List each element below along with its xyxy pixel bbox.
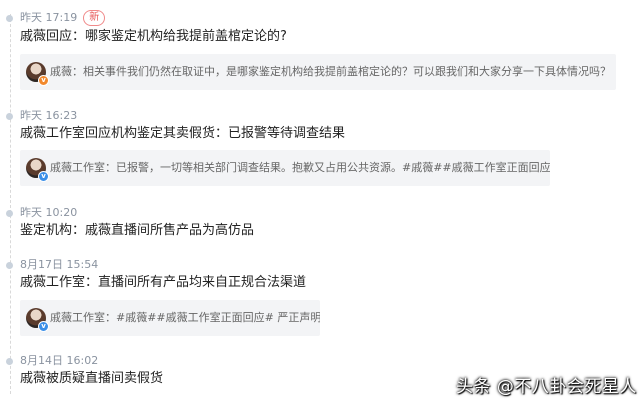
timeline-line <box>10 14 11 394</box>
timeline-dot <box>6 358 13 365</box>
entry-headline[interactable]: 戚薇回应：哪家鉴定机构给我提前盖棺定论的? <box>20 28 287 46</box>
quote-text: 戚薇：相关事件我们仍然在取证中，是哪家鉴定机构给我提前盖棺定论的？可以跟我们和大… <box>50 65 611 78</box>
entry-headline[interactable]: 鉴定机构：戚薇直播间所售产品为高仿品 <box>20 222 254 240</box>
entry-time: 昨天 17:19 新 <box>20 10 106 26</box>
timeline-dot <box>6 113 13 120</box>
entry-time: 昨天 16:23 <box>20 109 78 122</box>
timeline-dot <box>6 15 13 22</box>
quote-text: 戚薇工作室：#戚薇##戚薇工作室正面回应# 严正声明‼ <box>50 311 320 324</box>
timeline-dot <box>6 210 13 217</box>
entry-headline[interactable]: 戚薇工作室：直播间所有产品均来自正规合法渠道 <box>20 274 306 292</box>
new-badge: 新 <box>83 10 106 26</box>
entry-time: 昨天 10:20 <box>20 206 78 219</box>
quote-card[interactable]: v 戚薇工作室：#戚薇##戚薇工作室正面回应# 严正声明‼ <box>20 300 320 336</box>
quote-card[interactable]: v 戚薇：相关事件我们仍然在取证中，是哪家鉴定机构给我提前盖棺定论的？可以跟我们… <box>20 54 616 90</box>
timeline-dot <box>6 262 13 269</box>
entry-time: 8月17日 15:54 <box>20 258 99 271</box>
verified-icon: v <box>38 75 49 86</box>
quote-text: 戚薇工作室：已报警，一切等相关部门调查结果。抱歉又占用公共资源。#戚薇##戚薇工… <box>50 161 550 174</box>
entry-headline[interactable]: 戚薇工作室回应机构鉴定其卖假货：已报警等待调查结果 <box>20 125 345 143</box>
quote-card[interactable]: v 戚薇工作室：已报警，一切等相关部门调查结果。抱歉又占用公共资源。#戚薇##戚… <box>20 150 550 186</box>
verified-icon: v <box>38 171 49 182</box>
entry-time: 8月14日 16:02 <box>20 354 99 367</box>
entry-headline[interactable]: 戚薇被质疑直播间卖假货 <box>20 370 163 388</box>
watermark: 头条 @不八卦会死星人 <box>456 377 637 397</box>
verified-icon: v <box>38 321 49 332</box>
